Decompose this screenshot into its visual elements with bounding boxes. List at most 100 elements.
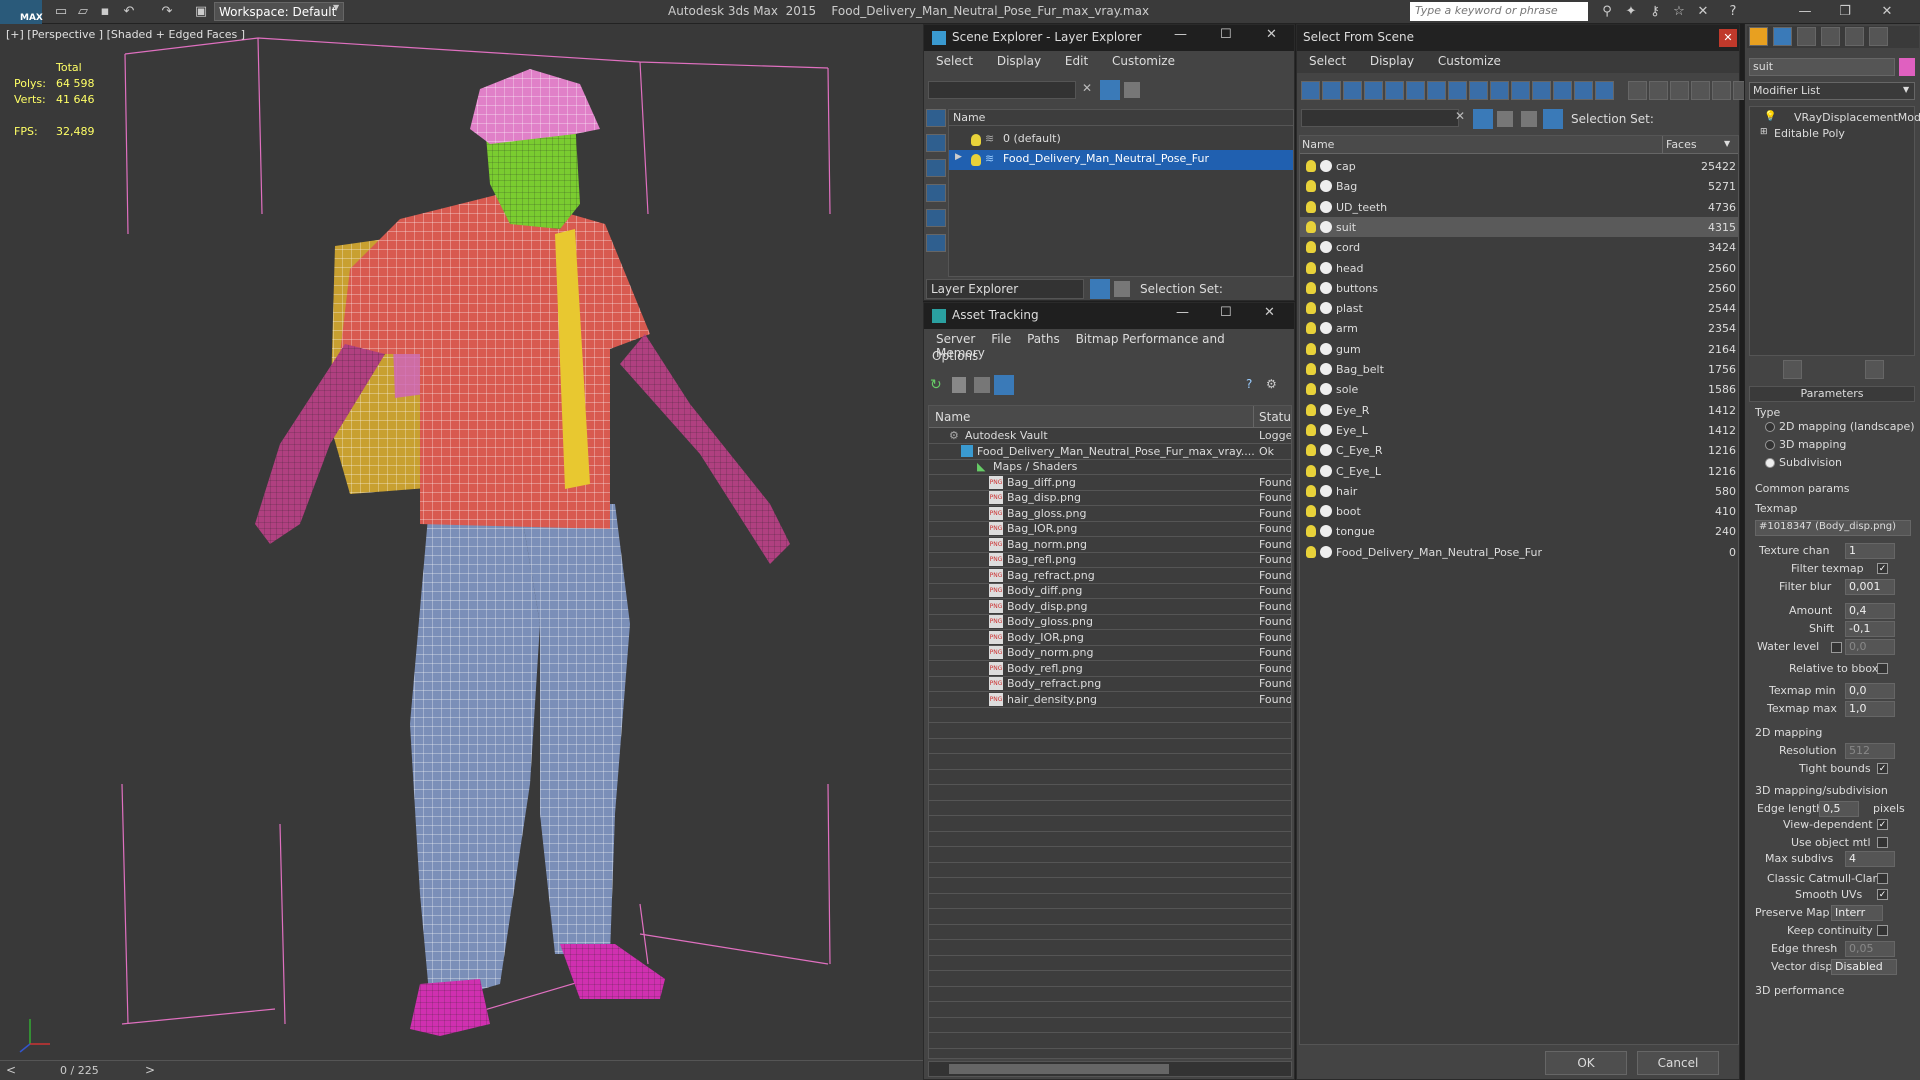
resolution-spinner[interactable]: 512	[1845, 743, 1895, 759]
new-file-icon[interactable]: ▭	[52, 3, 70, 20]
help-icon[interactable]: ?	[1724, 3, 1742, 20]
view-dependent-checkbox[interactable]: ✓	[1877, 819, 1888, 830]
tight-bounds-checkbox[interactable]: ✓	[1877, 763, 1888, 774]
asset-row[interactable]: PNG Bag_norm.png Found	[929, 537, 1291, 553]
time-slider[interactable]: < 0 / 225 >	[0, 1060, 923, 1080]
asset-row[interactable]: PNG Bag_diff.png Found	[929, 475, 1291, 491]
object-name-input[interactable]: suit	[1749, 58, 1895, 76]
lightbulb-icon[interactable]	[1306, 220, 1316, 233]
lightbulb-icon[interactable]	[1306, 363, 1316, 375]
minimize-icon[interactable]: —	[1176, 305, 1189, 320]
filter-options-icon[interactable]	[1712, 81, 1731, 100]
display-invert-icon[interactable]	[1343, 81, 1362, 100]
edge-length-spinner[interactable]: 0,5	[1819, 801, 1859, 817]
asset-tracking-titlebar[interactable]: Asset Tracking — ☐ ✕	[924, 303, 1294, 329]
undo-icon[interactable]: ↶	[120, 3, 138, 20]
utilities-tab-icon[interactable]	[1869, 27, 1888, 46]
lightbulb-icon[interactable]	[1306, 545, 1316, 558]
star-icon[interactable]: ☆	[1670, 3, 1688, 20]
stack-item-editable-poly[interactable]: ⊞ Editable Poly	[1750, 125, 1914, 145]
lightbulb-icon[interactable]	[1306, 241, 1316, 254]
radio-subdivision[interactable]	[1765, 458, 1775, 468]
menu-display[interactable]: Display	[1370, 54, 1414, 68]
search-input[interactable]: Type a keyword or phrase	[1410, 2, 1588, 21]
expand-icon[interactable]: ⊞	[1760, 127, 1768, 137]
display-cameras-icon[interactable]	[926, 209, 946, 227]
col-faces[interactable]: Faces	[1666, 138, 1697, 151]
relative-bbox-checkbox[interactable]	[1877, 663, 1888, 674]
menu-customize[interactable]: Customize	[1438, 54, 1501, 68]
create-tab-icon[interactable]	[1749, 27, 1768, 46]
minimize-icon[interactable]: —	[1796, 3, 1814, 20]
scene-object-row[interactable]: plast 2544	[1300, 298, 1738, 318]
asset-row[interactable]: Food_Delivery_Man_Neutral_Pose_Fur_max_v…	[929, 444, 1291, 460]
asset-row[interactable]: PNG Body_gloss.png Found	[929, 615, 1291, 630]
scene-object-row[interactable]: tongue 240	[1300, 521, 1738, 541]
asset-row[interactable]: ◣ Maps / Shaders	[929, 460, 1291, 475]
scene-object-row[interactable]: cap 25422	[1300, 156, 1738, 176]
prev-frame-icon[interactable]: <	[6, 1063, 16, 1077]
scene-object-row[interactable]: Bag 5271	[1300, 176, 1738, 196]
lightbulb-icon[interactable]	[1306, 302, 1316, 315]
menu-server[interactable]: Server	[936, 332, 975, 346]
menu-paths[interactable]: Paths	[1027, 332, 1060, 346]
lightbulb-icon[interactable]	[1306, 180, 1316, 193]
lightbulb-icon[interactable]	[1306, 403, 1316, 416]
edge-thresh-spinner[interactable]: 0,05	[1845, 941, 1895, 957]
lightbulb-icon[interactable]	[1306, 484, 1316, 497]
shapes-filter-icon[interactable]	[1385, 81, 1404, 100]
refresh-icon[interactable]: ↻	[930, 377, 946, 393]
layers-icon[interactable]	[1521, 111, 1537, 127]
asset-row[interactable]: ⚙ Autodesk Vault Logged	[929, 429, 1291, 444]
scene-object-row[interactable]: C_Eye_R 1216	[1300, 440, 1738, 460]
menu-file[interactable]: File	[991, 332, 1011, 346]
texmap-button[interactable]: #1018347 (Body_disp.png)	[1755, 520, 1911, 536]
scene-object-row[interactable]: sole 1586	[1300, 379, 1738, 399]
close-x-icon[interactable]: ✕	[1694, 3, 1712, 20]
col-name[interactable]: Name	[1302, 138, 1334, 151]
max-subdivs-spinner[interactable]: 4	[1845, 851, 1895, 867]
object-color-swatch[interactable]	[1899, 58, 1915, 76]
scene-object-row[interactable]: boot 410	[1300, 501, 1738, 521]
display-shapes-icon[interactable]	[926, 159, 946, 177]
select-from-scene-titlebar[interactable]: Select From Scene ✕	[1297, 25, 1739, 51]
list-view-icon[interactable]	[952, 377, 966, 393]
sort-descending-icon[interactable]: ▼	[1724, 139, 1730, 148]
ok-button[interactable]: OK	[1545, 1051, 1627, 1075]
lightbulb-icon[interactable]	[971, 154, 981, 166]
filter-icon[interactable]	[1100, 80, 1120, 100]
lightbulb-icon[interactable]	[1306, 342, 1316, 355]
scene-object-row[interactable]: arm 2354	[1300, 318, 1738, 338]
asset-row[interactable]: PNG Body_refract.png Found	[929, 677, 1291, 692]
xrefs-filter-icon[interactable]	[1511, 81, 1530, 100]
scene-object-row[interactable]: suit 4315	[1300, 216, 1738, 237]
help-icon[interactable]: ?	[1246, 377, 1252, 391]
spacewarps-filter-icon[interactable]	[1469, 81, 1488, 100]
layer-row-default[interactable]: ≋ 0 (default)	[949, 130, 1293, 150]
make-unique-icon[interactable]	[1811, 360, 1830, 379]
lightbulb-icon[interactable]	[1306, 261, 1316, 274]
minimize-icon[interactable]: —	[1174, 27, 1187, 42]
remove-modifier-icon[interactable]	[1833, 360, 1852, 379]
lightbulb-icon[interactable]	[1306, 160, 1316, 172]
asset-row[interactable]: PNG Bag_IOR.png Found	[929, 522, 1291, 537]
filter-icon[interactable]	[1473, 109, 1493, 129]
helpers-filter-icon[interactable]	[1448, 81, 1467, 100]
scene-object-row[interactable]: cord 3424	[1300, 237, 1738, 257]
radio-3d-mapping[interactable]	[1765, 440, 1775, 450]
menu-bitmap-performance[interactable]: Bitmap Performance and Memory	[936, 332, 1225, 360]
scrollbar-thumb[interactable]	[949, 1064, 1169, 1074]
cameras-filter-icon[interactable]	[1427, 81, 1446, 100]
scene-filter-input[interactable]	[928, 81, 1076, 99]
lightbulb-icon[interactable]	[1306, 464, 1316, 477]
amount-spinner[interactable]: 0,4	[1845, 603, 1895, 619]
motion-tab-icon[interactable]	[1821, 27, 1840, 46]
close-icon[interactable]: ✕	[1266, 27, 1277, 42]
tools-icon[interactable]: ✦	[1622, 3, 1640, 20]
asset-row[interactable]: PNG hair_density.png Found	[929, 692, 1291, 708]
scene-object-row[interactable]: Bag_belt 1756	[1300, 359, 1738, 379]
layer-settings-icon[interactable]	[1124, 82, 1140, 98]
layers-icon[interactable]	[1090, 279, 1110, 299]
scene-object-row[interactable]: UD_teeth 4736	[1300, 197, 1738, 217]
scene-object-row[interactable]: Eye_R 1412	[1300, 400, 1738, 420]
